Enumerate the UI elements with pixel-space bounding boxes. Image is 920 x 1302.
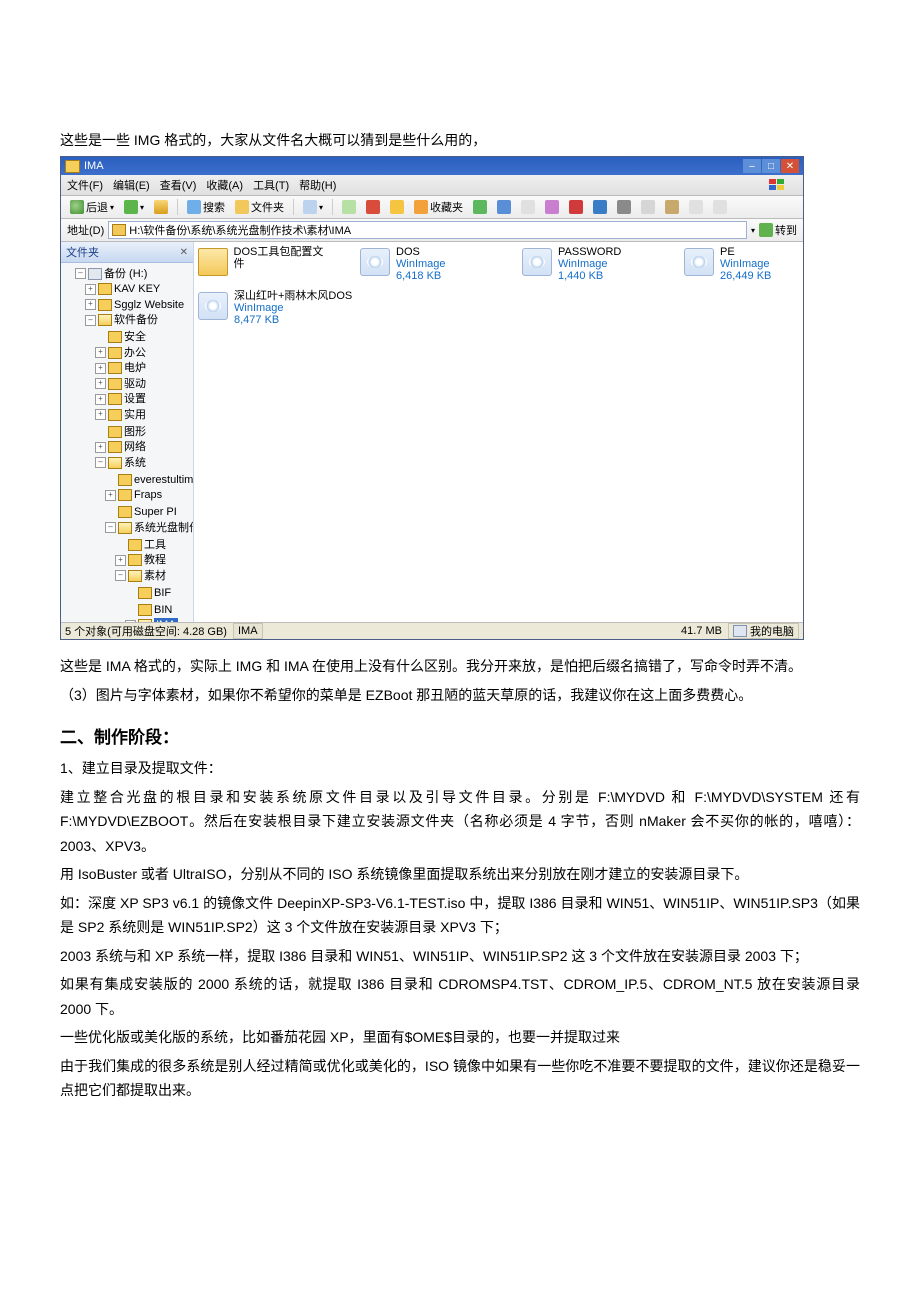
- list-item[interactable]: PE WinImage 26,449 KB: [684, 246, 803, 282]
- tool-icon[interactable]: [542, 199, 562, 215]
- paste-icon[interactable]: [662, 199, 682, 215]
- address-bar: 地址(D) H:\软件备份\系统\系统光盘制作技术\素材\IMA ▾ 转到: [61, 219, 803, 242]
- body-text: 1、建立目录及提取文件：: [60, 756, 860, 781]
- list-item[interactable]: PASSWORD WinImage 1,440 KB: [522, 246, 650, 282]
- list-item[interactable]: DOS WinImage 6,418 KB: [360, 246, 488, 282]
- status-object-count: 5 个对象(可用磁盘空间: 4.28 GB): [65, 623, 227, 639]
- address-label: 地址(D): [67, 222, 104, 238]
- menu-help[interactable]: 帮助(H): [299, 177, 336, 193]
- list-item[interactable]: DOS工具包配置文件: [198, 246, 326, 282]
- list-item[interactable]: 深山红叶+雨林木风DOS WinImage 8,477 KB: [198, 290, 352, 326]
- back-button[interactable]: 后退 ▾: [67, 198, 117, 216]
- menu-bar: 文件(F) 编辑(E) 查看(V) 收藏(A) 工具(T) 帮助(H): [61, 175, 803, 196]
- cut-icon[interactable]: [614, 199, 634, 215]
- sync-icon[interactable]: [339, 199, 359, 215]
- tool-icon[interactable]: [470, 199, 490, 215]
- folder-icon: [198, 248, 228, 276]
- close-icon[interactable]: ✕: [180, 247, 188, 258]
- disk-image-icon: [684, 248, 714, 276]
- windows-flag-icon: [767, 178, 787, 192]
- document-page: 这些是一些 IMG 格式的，大家从文件名大概可以猜到是些什么用的， IMA – …: [0, 0, 920, 1147]
- address-path: H:\软件备份\系统\系统光盘制作技术\素材\IMA: [129, 222, 351, 238]
- up-button[interactable]: [151, 199, 171, 215]
- folder-tree-panel: 文件夹 ✕ –备份 (H:) +KAV KEY +Sgglz Website –…: [61, 242, 194, 622]
- status-size: 41.7 MB: [681, 625, 722, 637]
- body-text: 2003 系统与和 XP 系统一样，提取 I386 目录和 WIN51、WIN5…: [60, 944, 860, 969]
- folder-icon: [112, 224, 126, 236]
- undo-icon[interactable]: [590, 199, 610, 215]
- minimize-button[interactable]: –: [743, 159, 761, 173]
- disk-image-icon: [198, 292, 228, 320]
- disk-image-icon: [522, 248, 552, 276]
- body-text: （3）图片与字体素材，如果你不希望你的菜单是 EZBoot 那丑陋的蓝天草原的话…: [60, 683, 860, 708]
- address-dropdown-icon[interactable]: ▾: [751, 226, 755, 235]
- section-heading: 二、制作阶段：: [60, 723, 860, 748]
- tool-icon[interactable]: [363, 199, 383, 215]
- toolbar: 后退 ▾ ▾ 搜索 文件夹 ▾ 收藏夹: [61, 196, 803, 219]
- body-text: 由于我们集成的很多系统是别人经过精简或优化或美化的，ISO 镜像中如果有一些你吃…: [60, 1054, 860, 1103]
- titlebar[interactable]: IMA – □ ✕: [61, 157, 803, 175]
- folder-tree[interactable]: –备份 (H:) +KAV KEY +Sgglz Website –软件备份 安…: [61, 263, 193, 622]
- menu-favorites[interactable]: 收藏(A): [206, 177, 243, 193]
- folders-button[interactable]: 文件夹: [232, 198, 287, 216]
- window-title: IMA: [84, 160, 104, 172]
- body-text: 这些是 IMA 格式的，实际上 IMG 和 IMA 在使用上没有什么区别。我分开…: [60, 654, 860, 679]
- status-bar: 5 个对象(可用磁盘空间: 4.28 GB) IMA 41.7 MB 我的电脑: [61, 622, 803, 639]
- tool-icon[interactable]: [387, 199, 407, 215]
- favorites-icon[interactable]: 收藏夹: [411, 198, 466, 216]
- disk-image-icon: [360, 248, 390, 276]
- forward-button[interactable]: ▾: [121, 199, 147, 215]
- tool-icon[interactable]: [494, 199, 514, 215]
- menu-file[interactable]: 文件(F): [67, 177, 103, 193]
- status-tag: IMA: [233, 623, 263, 639]
- body-text: 如：深度 XP SP3 v6.1 的镜像文件 DeepinXP-SP3-V6.1…: [60, 891, 860, 940]
- search-button[interactable]: 搜索: [184, 198, 228, 216]
- body-text: 一些优化版或美化版的系统，比如番茄花园 XP，里面有$OME$目录的，也要一并提…: [60, 1025, 860, 1050]
- menu-tools[interactable]: 工具(T): [253, 177, 289, 193]
- file-list-panel[interactable]: DOS工具包配置文件 DOS WinImage 6,418 KB PA: [194, 242, 803, 622]
- body-text: 建立整合光盘的根目录和安装系统原文件目录以及引导文件目录。分别是 F:\MYDV…: [60, 785, 860, 859]
- folder-icon: [65, 160, 80, 173]
- intro-text: 这些是一些 IMG 格式的，大家从文件名大概可以猜到是些什么用的，: [60, 130, 860, 150]
- body-text: 如果有集成安装版的 2000 系统的话，就提取 I386 目录和 CDROMSP…: [60, 972, 860, 1021]
- tree-header-label: 文件夹: [66, 244, 99, 260]
- go-button[interactable]: 转到: [759, 222, 797, 238]
- explorer-window: IMA – □ ✕ 文件(F) 编辑(E) 查看(V) 收藏(A) 工具(T) …: [60, 156, 804, 640]
- maximize-button[interactable]: □: [762, 159, 780, 173]
- copy-icon[interactable]: [638, 199, 658, 215]
- status-location: 我的电脑: [728, 623, 799, 639]
- menu-view[interactable]: 查看(V): [160, 177, 197, 193]
- tool-icon[interactable]: [518, 199, 538, 215]
- address-input[interactable]: H:\软件备份\系统\系统光盘制作技术\素材\IMA: [108, 221, 747, 239]
- tool-icon[interactable]: [686, 199, 706, 215]
- delete-icon[interactable]: [566, 199, 586, 215]
- views-button[interactable]: ▾: [300, 199, 326, 215]
- tool-icon[interactable]: [710, 199, 730, 215]
- menu-edit[interactable]: 编辑(E): [113, 177, 150, 193]
- body-text: 用 IsoBuster 或者 UltraISO，分别从不同的 ISO 系统镜像里…: [60, 862, 860, 887]
- close-button[interactable]: ✕: [781, 159, 799, 173]
